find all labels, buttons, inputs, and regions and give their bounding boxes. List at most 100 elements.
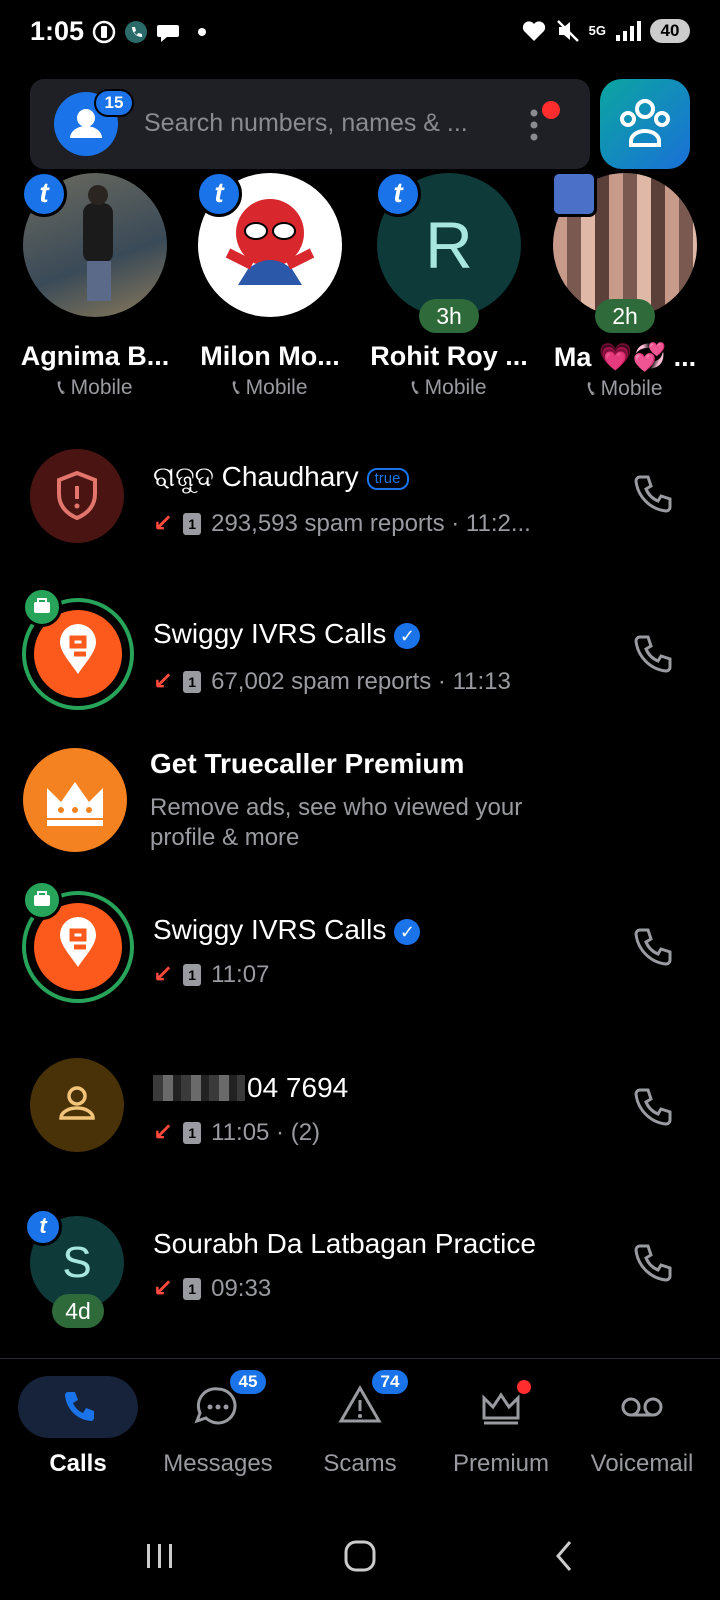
sim-icon: 1 — [183, 1277, 202, 1300]
contact-photo: t — [21, 171, 167, 317]
caller-name: ରାଜୁଦ Chaudhary true — [153, 461, 409, 494]
call-meta: ↙ 1 11:07 — [153, 960, 269, 989]
person-outline-icon — [59, 1086, 95, 1120]
contact-photo-blurred: 2h — [551, 171, 697, 333]
menu-notification-dot — [542, 101, 560, 119]
app-notification-icon — [92, 20, 116, 44]
more-notifications-dot — [198, 28, 206, 36]
truecaller-notification-icon — [125, 21, 147, 43]
messages-tab-icon-wrap: 45 — [158, 1368, 278, 1438]
tab-voicemail[interactable]: Voicemail — [570, 1376, 714, 1478]
favorite-contact[interactable]: 2h Ma 💗💞 ... 📞︎ Mobile — [540, 171, 710, 401]
call-meta-text: 293,593 spam reports · 11:2... — [211, 509, 531, 537]
contact-sub: 📞︎ Mobile — [185, 376, 355, 400]
promo-line2: profile & more — [150, 824, 300, 851]
call-log-row[interactable]: 04 7694 ↙ 1 11:05 · (2) — [0, 1040, 720, 1180]
truecaller-t-icon: t — [21, 171, 67, 217]
phone-small-icon: 📞︎ — [587, 377, 601, 400]
missed-call-icon: ↙ — [153, 1119, 174, 1146]
voicemail-icon — [621, 1397, 663, 1417]
call-log-row[interactable]: S t 4d Sourabh Da Latbagan Practice ↙ 1 … — [0, 1196, 720, 1336]
contact-sub: 📞︎ Mobile — [540, 377, 710, 401]
missed-call-icon: ↙ — [153, 961, 174, 988]
battery-level: 40 — [650, 19, 690, 43]
tab-messages[interactable]: 45 Messages — [146, 1368, 290, 1478]
status-bar: 1:05 5G 40 — [0, 0, 720, 70]
pixelated-badge — [551, 171, 597, 217]
call-button-icon[interactable] — [630, 1086, 674, 1130]
premium-tab-icon-wrap — [441, 1376, 561, 1438]
contact-sub: 📞︎ Mobile — [364, 376, 534, 400]
missed-call-icon: ↙ — [153, 1275, 174, 1302]
back-icon[interactable] — [550, 1536, 580, 1576]
contact-name: Ma 💗💞 ... — [553, 342, 697, 372]
search-input[interactable]: Search numbers, names & ... — [144, 109, 468, 138]
contact-type: Mobile — [70, 376, 133, 399]
contacts-count-badge: 15 — [94, 89, 134, 117]
search-bar[interactable]: 15 Search numbers, names & ... — [30, 79, 590, 169]
scams-count-badge: 74 — [370, 1368, 410, 1396]
favorite-contact[interactable]: t Agnima B... 📞︎ Mobile — [10, 171, 180, 400]
caller-name: 04 7694 — [153, 1072, 348, 1104]
call-button-icon[interactable] — [630, 926, 674, 970]
sim-icon: 1 — [183, 1121, 202, 1144]
missed-call-icon: ↙ — [153, 668, 174, 695]
system-icons: 5G 40 — [521, 18, 690, 44]
sim-icon: 1 — [183, 670, 202, 693]
scams-tab-icon-wrap: 74 — [300, 1368, 420, 1438]
caller-name: Swiggy IVRS Calls ✓ — [153, 914, 421, 946]
premium-red-dot — [517, 1380, 531, 1394]
premium-promo[interactable]: Get Truecaller Premium Remove ads, see w… — [0, 742, 720, 862]
heart-icon — [522, 21, 545, 41]
tab-label: Premium — [452, 1450, 549, 1477]
tab-label: Messages — [163, 1450, 273, 1477]
tab-premium[interactable]: Premium — [429, 1376, 573, 1478]
contact-name: Milon Mo... — [200, 341, 340, 371]
favorite-contact[interactable]: t Milon Mo... 📞︎ Mobile — [185, 171, 355, 400]
sim-icon: 1 — [183, 963, 202, 986]
home-icon[interactable] — [340, 1536, 380, 1576]
contact-name: Rohit Roy ... — [370, 341, 528, 371]
favorite-contact[interactable]: R t 3h Rohit Roy ... 📞︎ Mobile — [364, 171, 534, 400]
phone-small-icon: 📞︎ — [232, 376, 246, 399]
tab-calls[interactable]: Calls — [6, 1376, 150, 1478]
missed-call-icon: ↙ — [153, 510, 174, 537]
caller-name: Sourabh Da Latbagan Practice — [153, 1228, 536, 1259]
messages-count-badge: 45 — [228, 1368, 268, 1396]
caller-name-text: Swiggy IVRS Calls — [153, 618, 387, 649]
call-log-row[interactable]: Swiggy IVRS Calls ✓ ↙ 1 67,002 spam repor… — [0, 583, 720, 723]
last-seen-pill: 3h — [419, 299, 479, 333]
caller-name-text: 04 7694 — [247, 1072, 349, 1103]
redacted-digits — [153, 1075, 245, 1101]
unknown-caller-avatar — [30, 1058, 124, 1152]
overflow-menu-icon[interactable] — [530, 107, 538, 143]
mute-icon — [556, 20, 579, 42]
contact-type: Mobile — [600, 377, 663, 400]
crown-outline-icon — [482, 1392, 520, 1425]
truecaller-t-icon: t — [196, 171, 242, 217]
contact-name: Agnima B... — [20, 341, 170, 371]
call-log-row[interactable]: ରାଜୁଦ Chaudhary true ↙ 1 293,593 spam rep… — [0, 425, 720, 565]
call-button-icon[interactable] — [630, 473, 674, 517]
contact-initial-avatar: R t 3h — [375, 171, 521, 333]
call-meta: ↙ 1 293,593 spam reports · 11:2... — [153, 509, 531, 538]
verified-badge-icon: ✓ — [394, 918, 421, 945]
true-tag: true — [366, 467, 409, 490]
call-button-icon[interactable] — [630, 633, 674, 677]
recent-apps-icon[interactable] — [142, 1536, 178, 1576]
call-log-row[interactable]: Swiggy IVRS Calls ✓ ↙ 1 11:07 — [0, 876, 720, 1016]
call-meta-text: 11:05 · (2) — [211, 1118, 321, 1146]
shield-alert-icon — [57, 470, 97, 521]
contact-type: Mobile — [245, 376, 308, 399]
caller-name-text: ରାଜୁଦ Chaudhary — [153, 461, 359, 492]
verified-badge-icon: ✓ — [394, 622, 421, 649]
contacts-groups-button[interactable] — [600, 79, 690, 169]
status-time: 1:05 — [30, 16, 85, 46]
spam-avatar — [30, 449, 124, 543]
call-button-icon[interactable] — [630, 1242, 674, 1286]
contact-type: Mobile — [424, 376, 487, 399]
nav-divider — [0, 1358, 720, 1359]
network-type: 5G — [588, 23, 606, 38]
tab-scams[interactable]: 74 Scams — [288, 1368, 432, 1478]
signal-icon — [616, 21, 641, 41]
